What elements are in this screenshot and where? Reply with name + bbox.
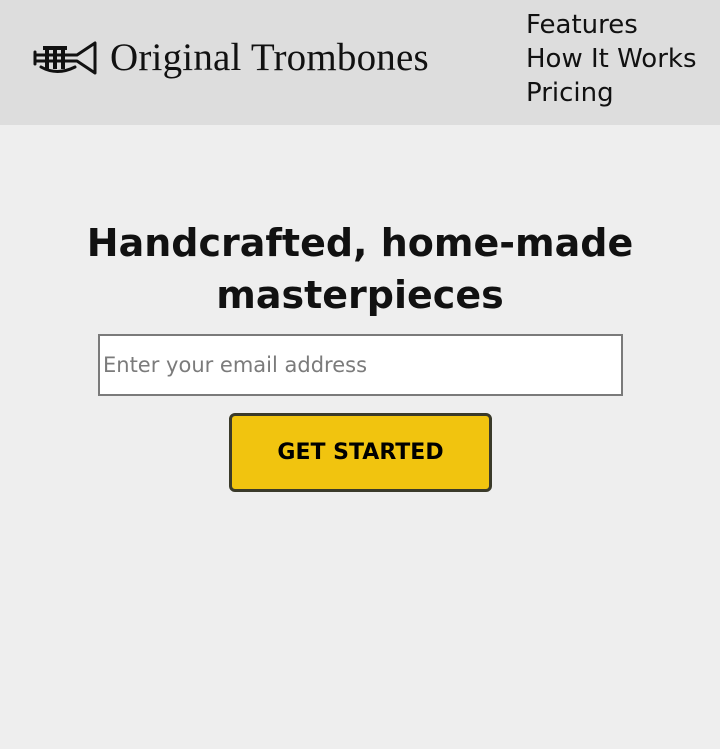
trumpet-icon [33,41,97,75]
hero-section: Handcrafted, home-made masterpieces GET … [0,125,720,492]
hero-title: Handcrafted, home-made masterpieces [86,221,634,317]
site-header: Original Trombones Features How It Works… [0,0,720,125]
nav-item-how-it-works[interactable]: How It Works [526,42,697,76]
email-input[interactable] [98,334,623,396]
main-nav: Features How It Works Pricing [526,8,697,110]
brand-name: Original Trombones [110,36,429,79]
nav-item-pricing[interactable]: Pricing [526,76,697,110]
get-started-button[interactable]: GET STARTED [229,413,492,492]
nav-item-features[interactable]: Features [526,8,697,42]
brand-logo[interactable]: Original Trombones [33,36,429,80]
